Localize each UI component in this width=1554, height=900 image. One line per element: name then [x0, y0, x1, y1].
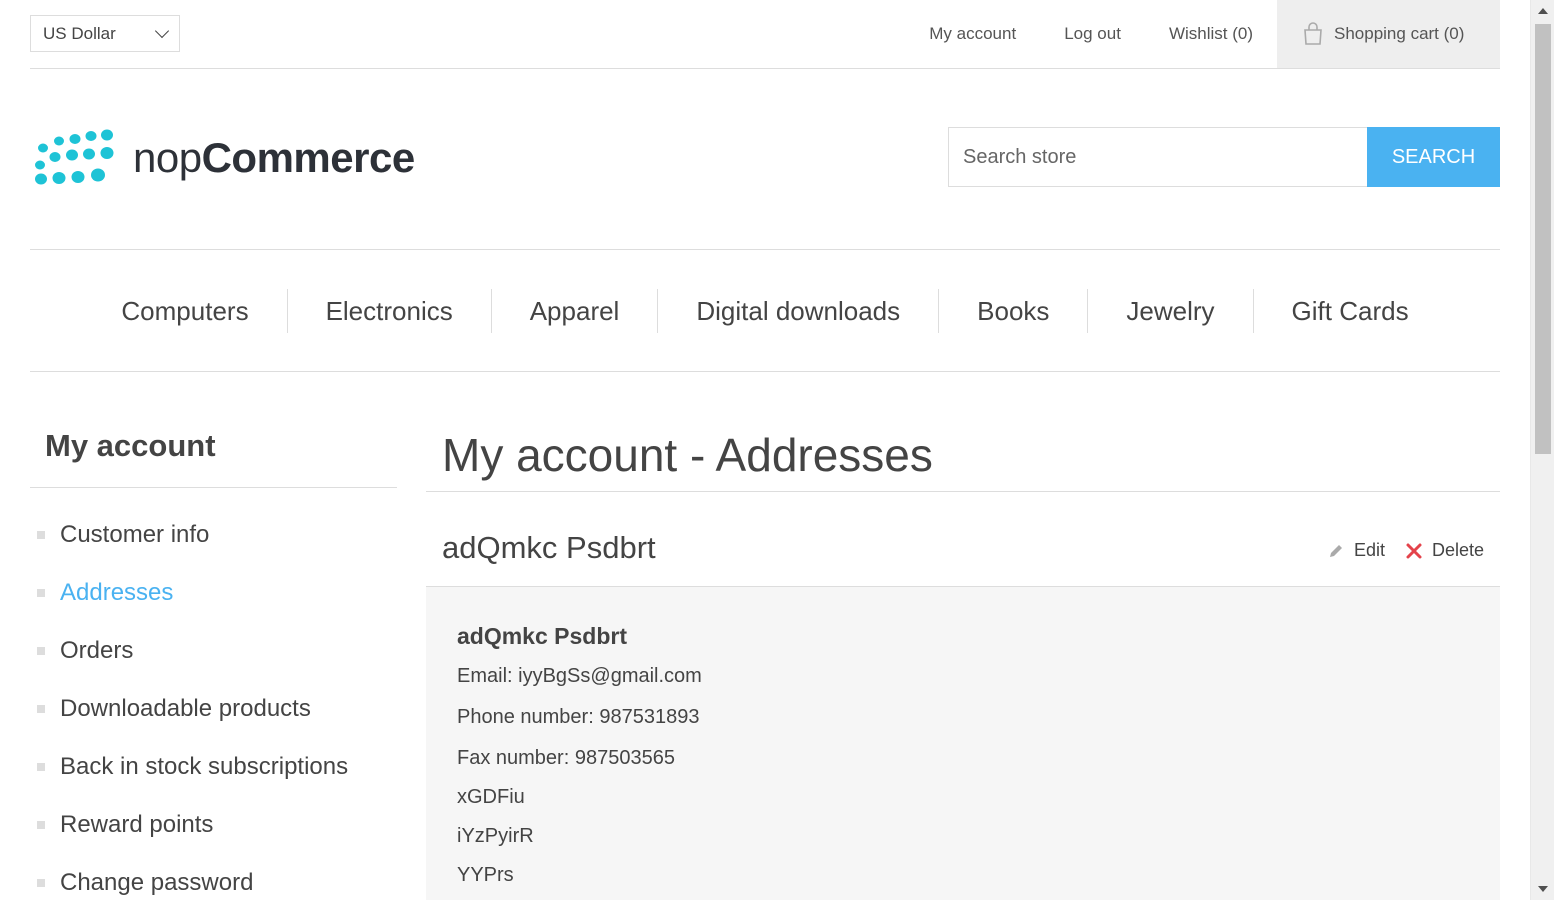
address-line-2: iYzPyirR	[457, 825, 534, 847]
search-button[interactable]: SEARCH	[1367, 127, 1500, 187]
scroll-down-arrow-icon[interactable]	[1538, 886, 1548, 892]
scroll-up-arrow-icon[interactable]	[1538, 8, 1548, 14]
address-email: Email: iyyBgSs@gmail.com	[457, 662, 1469, 703]
delete-label: Delete	[1431, 540, 1484, 560]
shopping-cart-link[interactable]: Shopping cart (0)	[1277, 0, 1500, 68]
account-sidebar: My account Customer info Addresses Order…	[30, 428, 397, 900]
menu-item-jewelry[interactable]: Jewelry	[1087, 288, 1252, 333]
menu-item-apparel[interactable]: Apparel	[490, 288, 658, 333]
vertical-scrollbar[interactable]	[1530, 0, 1554, 900]
fax-value: 987503565	[574, 747, 675, 769]
header-upper: US Dollar My account Log out Wishlist (0…	[30, 0, 1500, 69]
menu-item-books[interactable]: Books	[938, 288, 1087, 333]
address-line-1: xGDFiu	[457, 786, 525, 808]
delete-address-button[interactable]: Delete	[1405, 540, 1484, 561]
close-icon	[1406, 543, 1422, 558]
logo[interactable]: nopCommerce	[33, 127, 415, 189]
menu-item-gift-cards[interactable]: Gift Cards	[1252, 288, 1447, 333]
shopping-bag-icon	[1304, 22, 1322, 45]
email-label: Email:	[457, 665, 513, 687]
currency-value: US Dollar	[43, 23, 116, 43]
sidebar-item-downloadable-products[interactable]: Downloadable products	[30, 680, 397, 738]
address-header: adQmkc Psdbrt Edit Delete	[426, 492, 1500, 587]
page-title: My account - Addresses	[426, 428, 1500, 492]
sidebar-item-customer-info[interactable]: Customer info	[30, 506, 397, 564]
sidebar-item-addresses[interactable]: Addresses	[30, 564, 397, 622]
sidebar-item-change-password[interactable]: Change password	[30, 854, 397, 900]
logo-text-bold: Commerce	[201, 134, 416, 181]
phone-value: 987531893	[599, 706, 700, 728]
search-input[interactable]	[948, 127, 1367, 187]
sidebar-item-orders[interactable]: Orders	[30, 622, 397, 680]
pencil-icon	[1329, 544, 1342, 557]
edit-address-button[interactable]: Edit	[1327, 540, 1385, 561]
menu-item-electronics[interactable]: Electronics	[286, 288, 491, 333]
chevron-down-icon	[154, 23, 170, 39]
search-box: SEARCH	[948, 127, 1500, 187]
address-actions: Edit Delete	[1327, 540, 1484, 561]
sidebar-title: My account	[30, 428, 397, 488]
main-content: My account - Addresses adQmkc Psdbrt Edi…	[426, 428, 1500, 900]
address-name: adQmkc Psdbrt	[457, 623, 627, 649]
wishlist-link[interactable]: Wishlist (0)	[1169, 24, 1253, 44]
logo-text: nopCommerce	[133, 134, 415, 182]
logo-dots-icon	[35, 129, 114, 185]
edit-label: Edit	[1353, 540, 1385, 560]
address-line-3: YYPrs	[457, 864, 514, 886]
address-fax: Fax number: 987503565	[457, 744, 1469, 783]
fax-label: Fax number:	[457, 747, 570, 769]
address-details: adQmkc Psdbrt Email: iyyBgSs@gmail.com P…	[426, 587, 1500, 900]
sidebar-list: Customer info Addresses Orders Downloada…	[30, 506, 397, 900]
phone-label: Phone number:	[457, 706, 594, 728]
sidebar-item-back-in-stock[interactable]: Back in stock subscriptions	[30, 738, 397, 796]
email-value: iyyBgSs@gmail.com	[518, 665, 702, 687]
top-menu: Computers Electronics Apparel Digital do…	[30, 250, 1500, 372]
header-lower: nopCommerce SEARCH	[30, 69, 1500, 250]
address-phone: Phone number: 987531893	[457, 703, 1469, 744]
header-links: My account Log out Wishlist (0) Shopping…	[929, 0, 1500, 68]
menu-item-computers[interactable]: Computers	[83, 289, 286, 333]
sidebar-item-reward-points[interactable]: Reward points	[30, 796, 397, 854]
cart-label: Shopping cart (0)	[1334, 24, 1465, 43]
my-account-link[interactable]: My account	[929, 24, 1016, 44]
address-title: adQmkc Psdbrt	[442, 530, 656, 565]
menu-item-digital-downloads[interactable]: Digital downloads	[657, 288, 938, 333]
page: US Dollar My account Log out Wishlist (0…	[30, 0, 1500, 900]
logo-text-light: nop	[133, 134, 202, 181]
scrollbar-thumb[interactable]	[1535, 24, 1551, 454]
currency-select[interactable]: US Dollar	[30, 15, 180, 52]
log-out-link[interactable]: Log out	[1064, 24, 1121, 44]
